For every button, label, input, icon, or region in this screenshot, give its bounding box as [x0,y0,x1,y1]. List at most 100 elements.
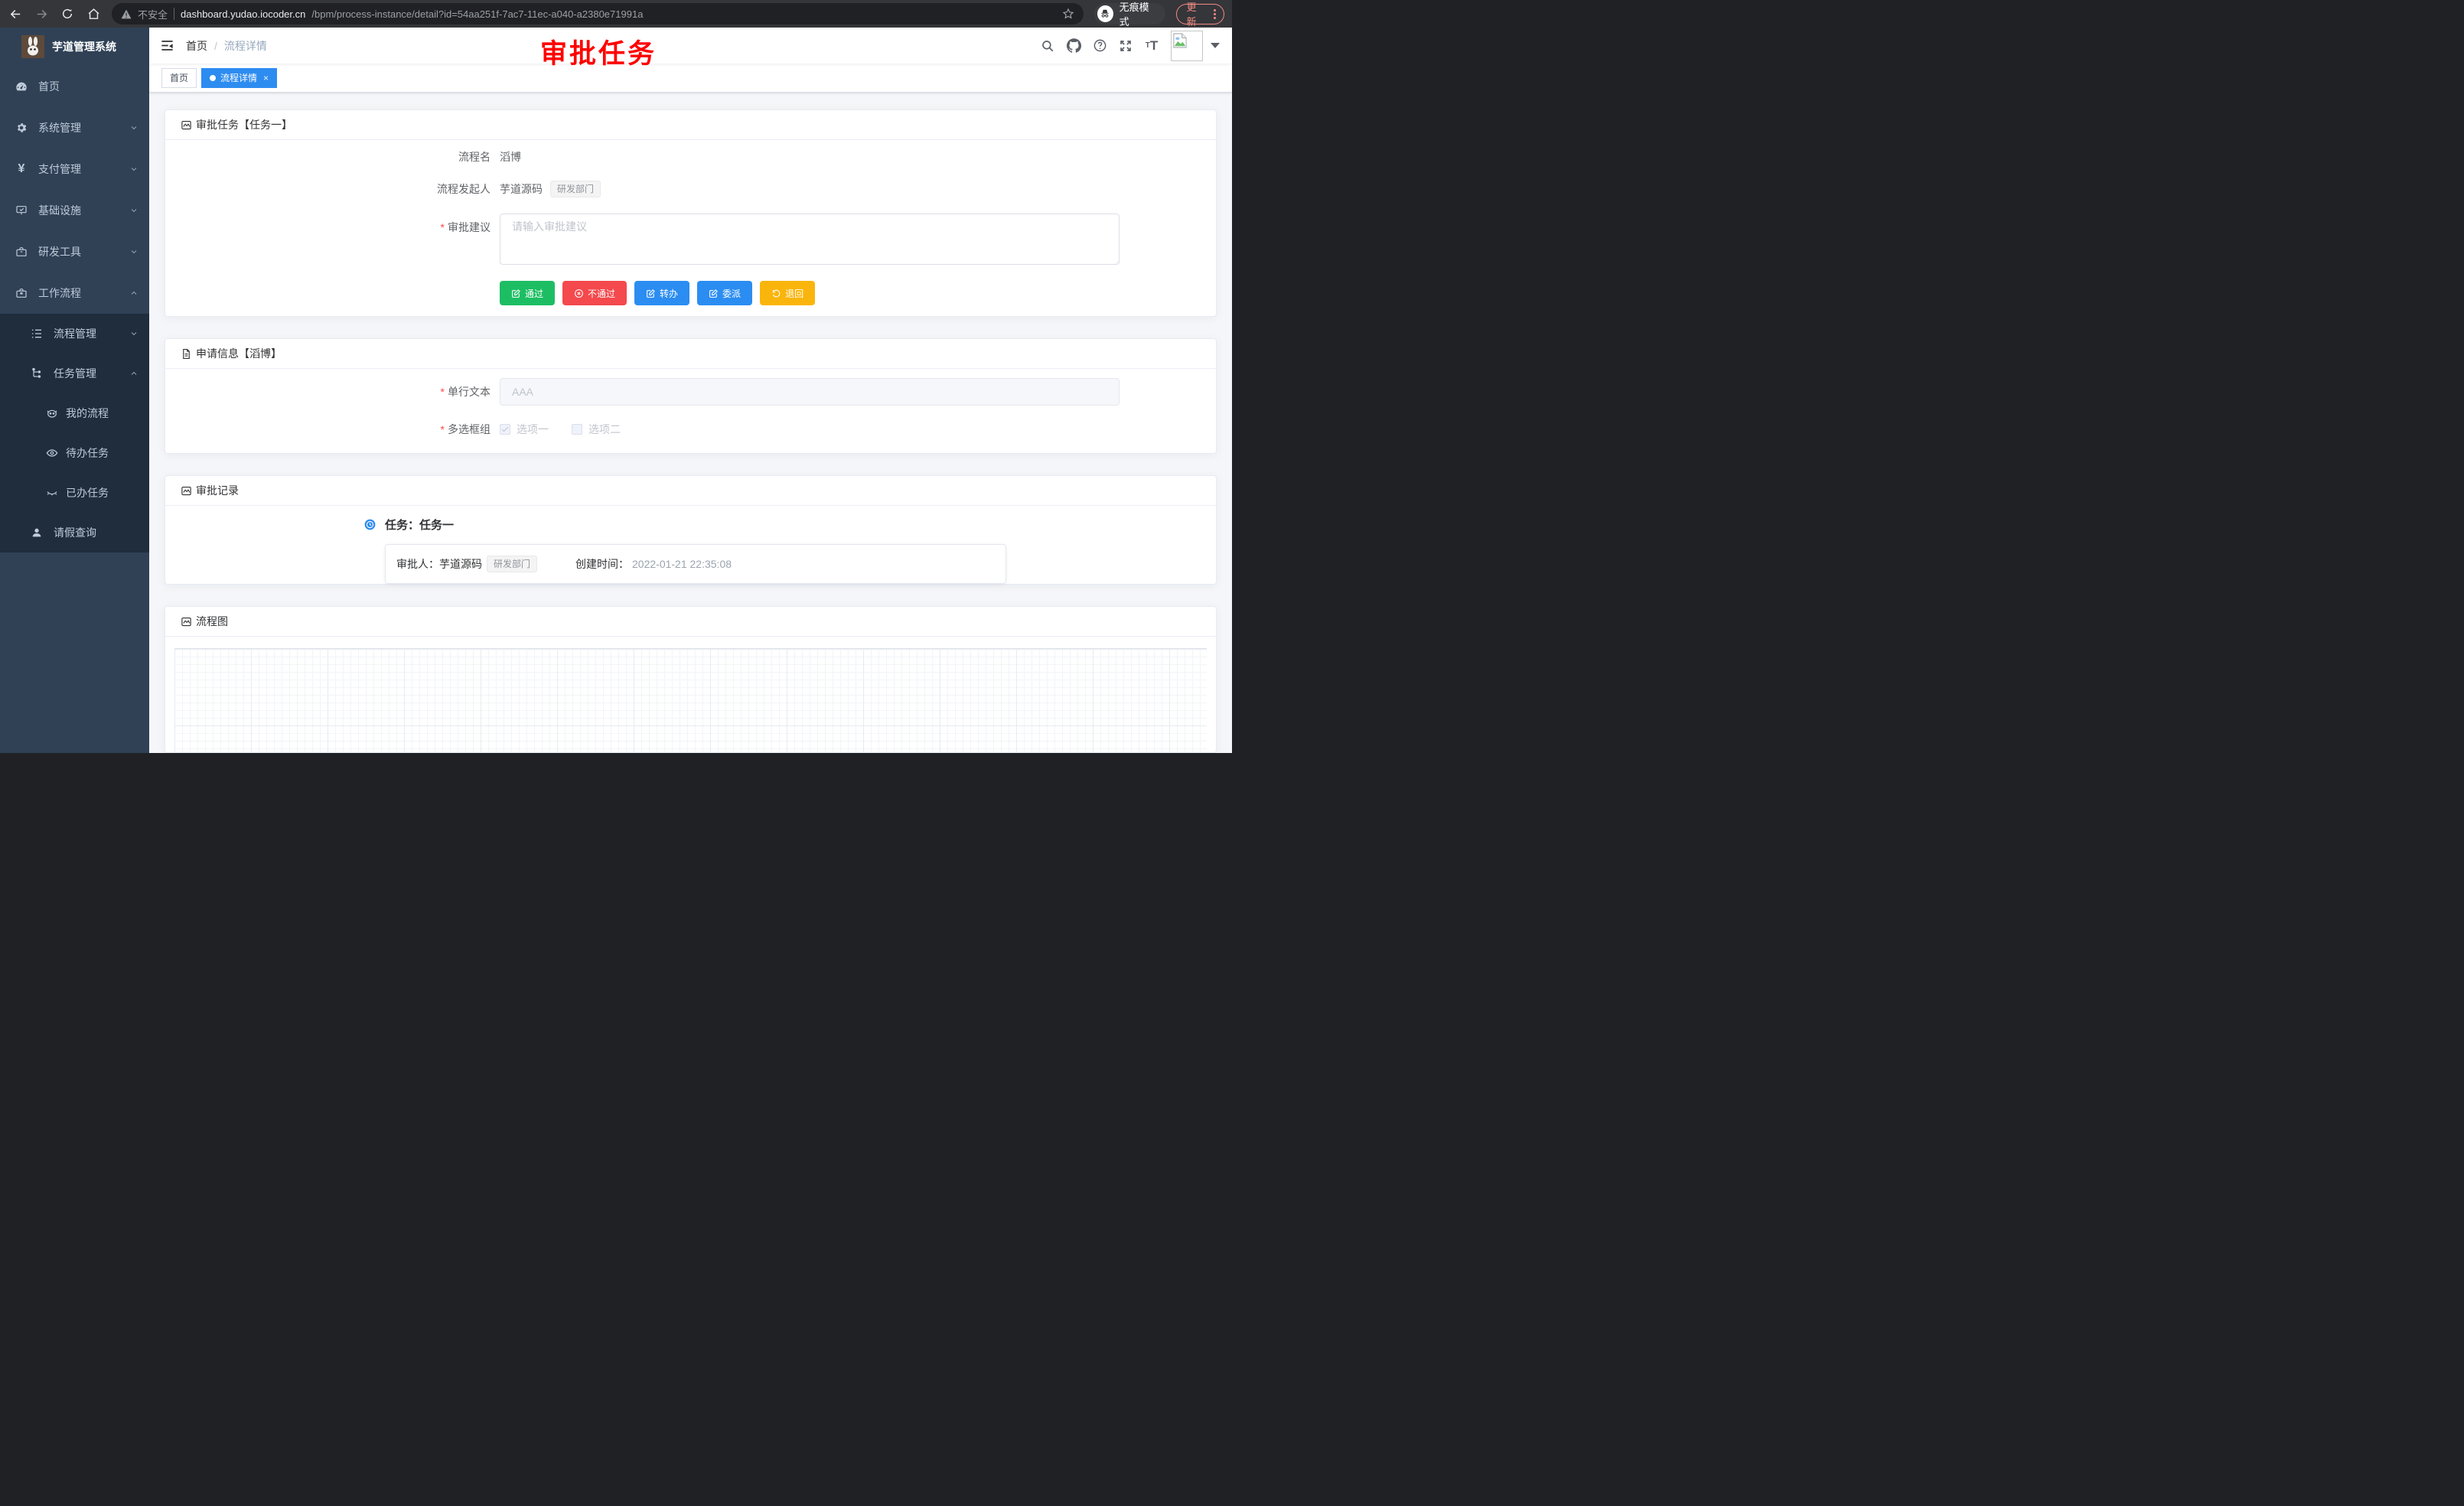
reject-button[interactable]: 不通过 [562,281,627,305]
avatar-caret-icon[interactable] [1211,43,1220,48]
incognito-icon [1097,5,1113,22]
browser-window: 不安全 dashboard.yudao.iocoder.cn/bpm/proce… [0,0,1232,753]
sidebar-item-label: 流程管理 [54,326,129,341]
sidebar-item-label: 系统管理 [38,120,129,135]
sidebar-item-my-process[interactable]: 我的流程 [0,393,149,433]
action-buttons: 通过 不通过 转办 委 [500,281,1201,305]
document-icon [181,347,193,360]
gear-icon [15,122,28,134]
avatar[interactable] [1171,31,1203,61]
field-label: 流程名 [181,149,500,165]
dept-tag: 研发部门 [550,181,601,197]
sidebar-logo[interactable]: 芋道管理系统 [0,28,149,66]
single-line-text-input [500,378,1120,406]
chevron-up-icon [129,288,139,298]
annotation-overlay: 审批任务 [540,32,657,71]
apply-info-card: 申请信息【滔博】 单行文本 多选框组 选项一 [165,338,1217,454]
tag-close-icon[interactable]: × [263,73,269,83]
eye-closed-icon [46,487,58,499]
return-button[interactable]: 退回 [760,281,815,305]
back-icon[interactable] [8,6,23,21]
sidebar-item-label: 我的流程 [66,406,139,421]
sidebar-item-done-tasks[interactable]: 已办任务 [0,473,149,513]
sidebar-item-devtools[interactable]: 研发工具 [0,231,149,272]
sidebar-item-pay[interactable]: ¥ 支付管理 [0,148,149,190]
address-bar[interactable]: 不安全 dashboard.yudao.iocoder.cn/bpm/proce… [112,3,1084,24]
undo-icon [771,288,781,298]
opinion-row: 审批建议 [181,214,1201,265]
sidebar-item-system[interactable]: 系统管理 [0,107,149,148]
circle-close-icon [574,288,584,298]
checkbox-option1: 选项一 [500,422,549,437]
card-header: 流程图 [165,607,1216,637]
tag-process-detail[interactable]: 流程详情 × [201,68,277,88]
fullscreen-icon[interactable] [1117,37,1134,54]
browser-menu-icon[interactable] [1211,9,1219,19]
monitor-icon [15,204,28,217]
edit-icon [646,288,656,298]
delegate-button[interactable]: 委派 [697,281,752,305]
sidebar-item-label: 基础设施 [38,203,129,218]
picture-outline-icon [181,484,193,497]
sidebar-item-label: 待办任务 [66,445,139,461]
github-icon[interactable] [1065,37,1082,54]
forward-icon[interactable] [34,6,49,21]
breadcrumb-current: 流程详情 [224,38,267,54]
picture-outline-icon [181,615,193,628]
sidebar-item-workflow[interactable]: 工作流程 [0,272,149,314]
page-content: 审批任务【任务一】 流程名 滔博 流程发起人 芋道源码 研发部门 [149,93,1232,753]
chevron-down-icon [129,247,139,256]
sidebar-item-home[interactable]: 首页 [0,66,149,107]
incognito-badge: 无痕模式 [1094,3,1165,24]
edit-icon [709,288,719,298]
created-time: 2022-01-21 22:35:08 [632,558,732,570]
bookmark-star-icon[interactable] [1062,8,1074,20]
search-icon[interactable] [1039,37,1056,54]
card-header: 审批任务【任务一】 [165,110,1216,140]
tree-icon [31,367,43,380]
logo-avatar [21,35,44,58]
card-title: 审批任务【任务一】 [196,117,292,132]
sidebar-item-task-mgmt[interactable]: 任务管理 [0,354,149,393]
sidebar-item-label: 任务管理 [54,366,129,381]
button-label: 转办 [660,287,678,300]
record-detail-card: 审批人： 芋道源码 研发部门 创建时间： 2022-01-21 22:35:08 [385,544,1006,584]
active-dot [210,75,216,81]
tags-view-bar: 首页 流程详情 × [149,64,1232,93]
opinion-textarea[interactable] [500,214,1120,265]
security-warning-icon[interactable] [121,9,132,19]
sidebar-item-leave-query[interactable]: 请假查询 [0,513,149,553]
clock-icon [364,519,376,530]
checkbox-label: 选项一 [517,422,549,437]
font-size-icon[interactable]: TT [1143,37,1160,54]
initiator-row: 流程发起人 芋道源码 研发部门 [181,181,1201,197]
checkbox-unchecked-icon [572,424,582,435]
tag-home[interactable]: 首页 [161,68,197,88]
created-label: 创建时间： [575,556,629,572]
reload-icon[interactable] [60,6,75,21]
sidebar-item-process-mgmt[interactable]: 流程管理 [0,314,149,354]
transfer-button[interactable]: 转办 [634,281,689,305]
breadcrumb-home[interactable]: 首页 [186,38,207,54]
approver-value: 芋道源码 [439,556,482,572]
home-icon[interactable] [86,6,101,21]
app-title: 芋道管理系统 [52,39,116,54]
browser-update-button[interactable]: 更新 [1176,4,1224,24]
field-label: 审批建议 [181,214,500,235]
sidebar-item-infra[interactable]: 基础设施 [0,190,149,231]
approve-button[interactable]: 通过 [500,281,555,305]
list-icon [31,328,43,340]
sidebar: 芋道管理系统 首页 系统管理 ¥ 支付管理 [0,28,149,753]
sidebar-item-todo-tasks[interactable]: 待办任务 [0,433,149,473]
dept-tag: 研发部门 [487,556,537,572]
tag-label: 流程详情 [220,71,257,84]
breadcrumb: 首页 / 流程详情 [186,38,267,54]
picture-outline-icon [181,119,193,131]
security-label: 不安全 [138,7,168,21]
help-icon[interactable] [1091,37,1108,54]
sidebar-fold-icon[interactable] [160,38,175,54]
user-icon [31,526,43,539]
edit-icon [511,288,521,298]
bpmn-canvas[interactable] [174,648,1207,752]
toolbox-icon [15,246,28,258]
